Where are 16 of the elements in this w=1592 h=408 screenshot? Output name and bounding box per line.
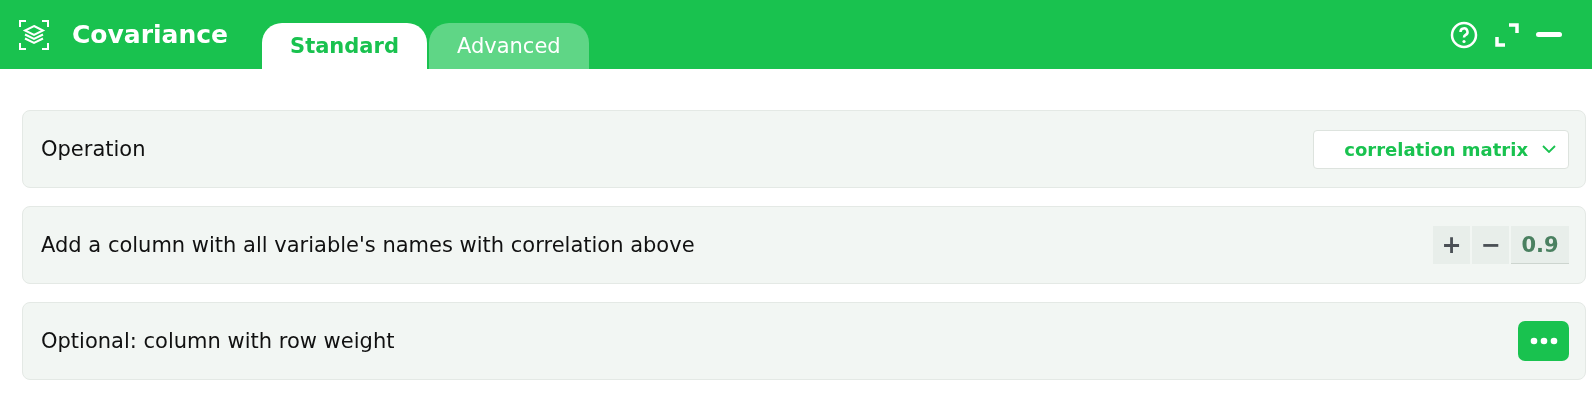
option-label: Optional: column with row weight [41, 329, 395, 353]
increment-button[interactable]: + [1433, 226, 1470, 264]
minimize-icon[interactable] [1536, 31, 1562, 38]
more-icon [1529, 337, 1558, 345]
tab[interactable]: Standard [262, 23, 427, 69]
number-field[interactable]: 0.9 [1511, 226, 1569, 264]
option-label: Operation [41, 137, 146, 161]
help-icon[interactable] [1450, 20, 1478, 49]
more-button[interactable] [1518, 321, 1569, 361]
expand-icon[interactable] [1493, 20, 1521, 49]
window-title: Covariance [72, 20, 229, 49]
dropdown[interactable]: correlation matrix [1313, 129, 1569, 169]
option-label: Add a column with all variable's names with correlation above [41, 233, 695, 257]
decrement-button[interactable]: − [1472, 226, 1509, 264]
layers-icon [18, 18, 50, 51]
chevron-down-icon [1542, 145, 1556, 153]
